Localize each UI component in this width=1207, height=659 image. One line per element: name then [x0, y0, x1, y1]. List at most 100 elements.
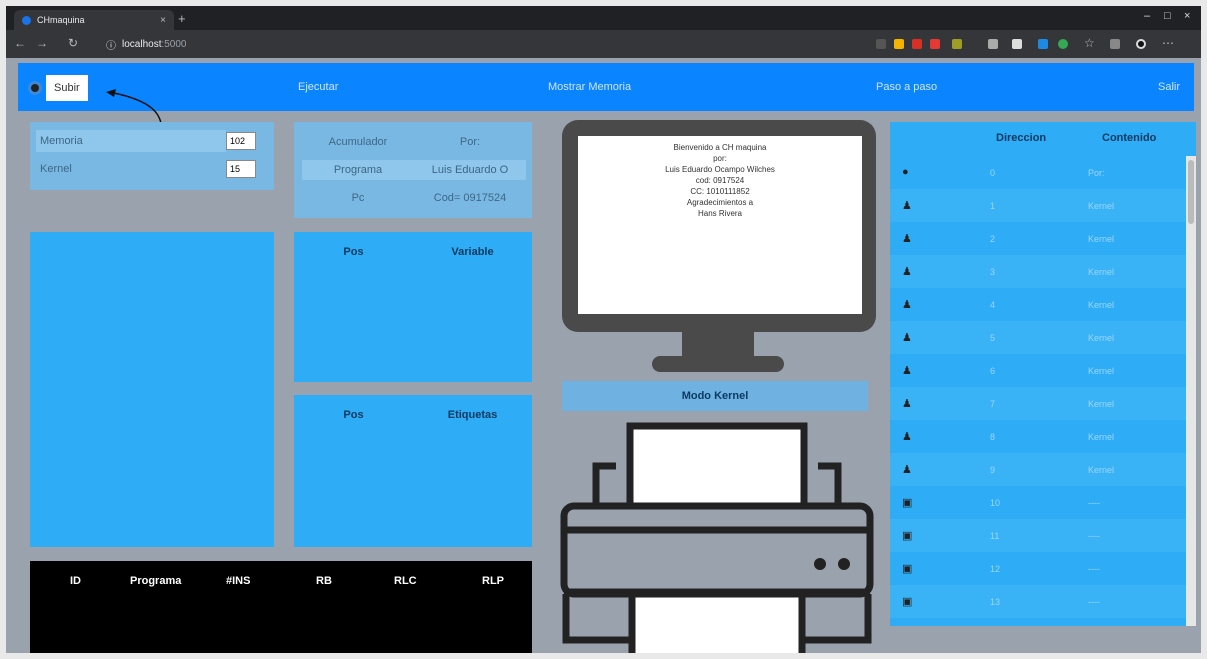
memory-address: 2 [990, 234, 996, 244]
penguin-icon: ♟ [902, 398, 912, 410]
pc-value: Cod= 0917524 [433, 192, 507, 204]
accumulator-label: Acumulador [328, 136, 388, 148]
welcome-line: Luis Eduardo Ocampo Wilches [665, 165, 775, 174]
accumulator-row: Acumulador Por: [302, 132, 526, 152]
penguin-icon: ♟ [902, 266, 912, 278]
memory-address: 8 [990, 432, 996, 442]
accumulator-value: Por: [459, 136, 481, 148]
memory-content: Kernel [1088, 300, 1115, 310]
memory-row: ♟ 4 Kernel [890, 288, 1186, 321]
memory-content: Kernel [1088, 465, 1115, 475]
memory-row: ▣ 12 ---- [890, 552, 1186, 585]
penguin-icon: ♟ [902, 332, 912, 344]
penguin-icon: ♟ [902, 233, 912, 245]
col-contenido: Contenido [1102, 132, 1157, 144]
welcome-line: Bienvenido a CH maquina [673, 143, 767, 152]
welcome-line: por: [713, 154, 727, 163]
memory-address: 5 [990, 333, 996, 343]
registers-panel: Acumulador Por: Programa Luis Eduardo O … [294, 122, 532, 218]
memory-address: 4 [990, 300, 996, 310]
memory-address: 0 [990, 168, 996, 178]
memory-scrollbar[interactable] [1186, 156, 1196, 626]
variables-col-variable: Variable [451, 246, 494, 258]
variables-col-pos: Pos [343, 246, 364, 258]
memory-content: ---- [1088, 597, 1100, 607]
memory-row: ♟ 3 Kernel [890, 255, 1186, 288]
memory-row: ▣ 10 ---- [890, 486, 1186, 519]
memory-row: ♟ 1 Kernel [890, 189, 1186, 222]
memory-row: ♟ 5 Kernel [890, 321, 1186, 354]
memory-label: Memoria [36, 130, 226, 152]
penguin-icon: ♟ [902, 200, 912, 212]
memory-content: Kernel [1088, 366, 1115, 376]
col-rlp: RLP [482, 575, 504, 587]
col-rlc: RLC [394, 575, 417, 587]
labels-panel: Pos Etiquetas [294, 395, 532, 547]
pc-label: Pc [351, 192, 365, 204]
memory-address: 9 [990, 465, 996, 475]
program-label: Programa [333, 164, 383, 176]
program-value: Luis Eduardo O [431, 164, 509, 176]
printer-icon [560, 422, 874, 653]
memory-address: 6 [990, 366, 996, 376]
welcome-message: Bienvenido a CH maquina por: Luis Eduard… [578, 136, 862, 219]
memory-content: ---- [1088, 564, 1100, 574]
memory-address: 7 [990, 399, 996, 409]
kernel-row: Kernel [36, 158, 256, 180]
welcome-line: CC: 1010111852 [690, 187, 750, 196]
memory-content: ---- [1088, 531, 1100, 541]
penguin-icon: ♟ [902, 464, 912, 476]
memory-input[interactable] [226, 132, 256, 150]
app-window: CHmaquina × + – □ × ← → ↻ ⓘ localhost:50… [0, 0, 1207, 659]
memory-content: Kernel [1088, 201, 1115, 211]
pc-row: Pc Cod= 0917524 [302, 188, 526, 208]
memory-content: Kernel [1088, 399, 1115, 409]
labels-col-tags: Etiquetas [447, 409, 498, 421]
monitor-screen: Bienvenido a CH maquina por: Luis Eduard… [578, 136, 862, 314]
penguin-icon: ♟ [902, 431, 912, 443]
col-programa: Programa [130, 575, 182, 587]
col-ins: #INS [226, 575, 251, 587]
chip-icon: ▣ [902, 497, 913, 509]
memory-row: ▣ 11 ---- [890, 519, 1186, 552]
memory-address: 13 [990, 597, 1001, 607]
program-area-panel [30, 232, 274, 547]
memory-row: ♟ 9 Kernel [890, 453, 1186, 486]
memory-address: 12 [990, 564, 1001, 574]
welcome-line: Agradecimientos a [686, 198, 754, 207]
memory-address: 10 [990, 498, 1001, 508]
memory-address: 11 [990, 531, 1000, 541]
labels-header: Pos Etiquetas [294, 409, 532, 421]
gear-icon: ● [902, 166, 909, 178]
memory-content: Kernel [1088, 234, 1115, 244]
col-rb: RB [316, 575, 332, 587]
variables-panel: Pos Variable [294, 232, 532, 382]
penguin-icon: ♟ [902, 299, 912, 311]
processes-table: ID Programa #INS RB RLC RLP [30, 561, 532, 653]
memory-content: Kernel [1088, 333, 1115, 343]
memory-row: Memoria [36, 130, 256, 152]
memory-address: 3 [990, 267, 996, 277]
chip-icon: ▣ [902, 530, 913, 542]
memory-content: Kernel [1088, 432, 1115, 442]
col-id: ID [70, 575, 81, 587]
kernel-label: Kernel [40, 163, 72, 175]
col-direccion: Direccion [996, 132, 1047, 144]
memory-content: ---- [1088, 498, 1100, 508]
welcome-line: Hans Rivera [697, 209, 742, 218]
labels-col-pos: Pos [343, 409, 364, 421]
config-panel: Memoria Kernel [30, 122, 274, 190]
memory-row: ▣ 13 ---- [890, 585, 1186, 618]
memory-scroll-thumb[interactable] [1188, 160, 1194, 224]
memory-content: Por: [1088, 168, 1105, 178]
chip-icon: ▣ [902, 563, 913, 575]
memory-address: 1 [990, 201, 996, 211]
kernel-input[interactable] [226, 160, 256, 178]
memory-row: ♟ 2 Kernel [890, 222, 1186, 255]
memory-row: ♟ 6 Kernel [890, 354, 1186, 387]
memory-row: ♟ 7 Kernel [890, 387, 1186, 420]
penguin-icon: ♟ [902, 365, 912, 377]
memory-row: ● 0 Por: [890, 156, 1186, 189]
mode-indicator: Modo Kernel [562, 381, 868, 411]
chip-icon: ▣ [902, 596, 913, 608]
